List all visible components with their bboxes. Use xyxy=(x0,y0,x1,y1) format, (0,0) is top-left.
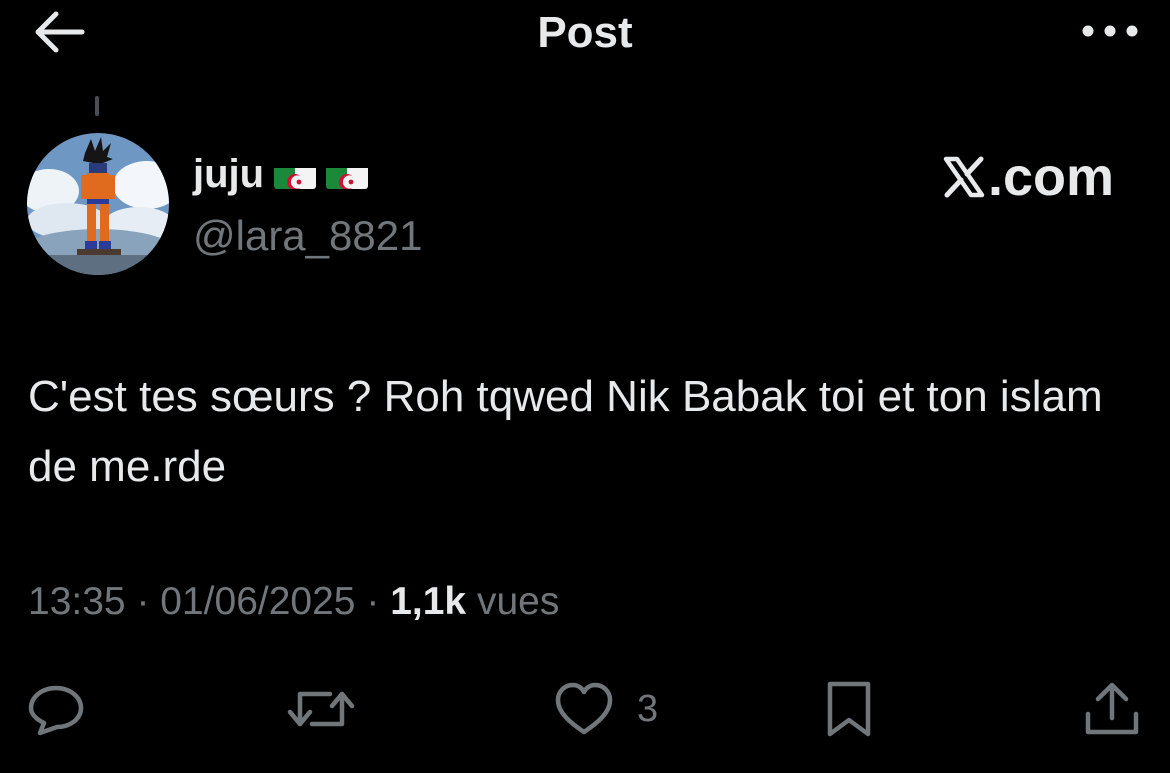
author-display-name[interactable]: juju xyxy=(193,152,369,197)
x-logo-icon xyxy=(943,156,985,198)
bookmark-button[interactable] xyxy=(822,680,876,738)
reply-icon xyxy=(28,685,84,736)
bookmark-icon xyxy=(827,681,871,737)
views-count: 1,1k xyxy=(390,580,467,623)
views-label: vues xyxy=(476,580,560,623)
x-com-watermark: .com xyxy=(942,146,1114,208)
algeria-flag-icon xyxy=(326,161,369,189)
meta-separator: · xyxy=(366,580,380,623)
post-time[interactable]: 13:35 xyxy=(28,580,126,623)
repost-button[interactable] xyxy=(286,680,356,738)
like-count: 3 xyxy=(637,687,659,730)
heart-icon xyxy=(555,682,613,735)
author-name-text: juju xyxy=(193,152,265,196)
post-text: C'est tes sœurs ? Roh tqwed Nik Babak to… xyxy=(28,372,1103,491)
algeria-flag-icon xyxy=(274,161,317,189)
share-button[interactable] xyxy=(1082,680,1142,738)
more-options-button[interactable] xyxy=(1080,12,1140,50)
meta-separator: · xyxy=(136,580,150,623)
avatar[interactable] xyxy=(27,133,169,275)
repost-icon xyxy=(287,691,355,727)
share-icon xyxy=(1085,682,1139,735)
author-handle[interactable]: @lara_8821 xyxy=(193,212,422,260)
like-button[interactable]: 3 xyxy=(553,680,658,738)
watermark-text: .com xyxy=(987,147,1114,207)
post-meta: 13:35 · 01/06/2025 · 1,1k vues xyxy=(28,580,559,624)
avatar-image xyxy=(27,133,169,275)
post-date[interactable]: 01/06/2025 xyxy=(160,580,355,623)
page-title: Post xyxy=(537,8,633,57)
more-dots-icon xyxy=(1082,25,1138,37)
reply-button[interactable] xyxy=(26,680,86,738)
thread-connector-line xyxy=(95,96,99,116)
